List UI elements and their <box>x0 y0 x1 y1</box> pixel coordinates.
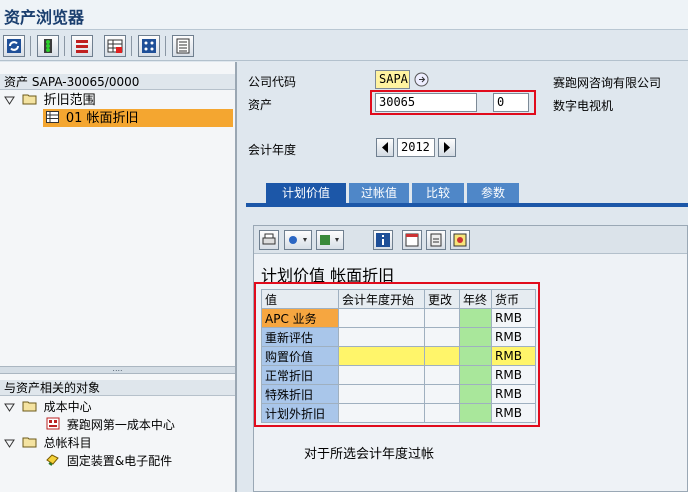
tab-posted-values[interactable]: 过帐值 <box>349 183 409 204</box>
collapse-triangle-icon[interactable] <box>4 92 15 110</box>
posting-note: 对于所选会计年度过帐 <box>304 447 435 462</box>
grid-select-icon[interactable] <box>104 35 126 57</box>
highlight-box-table <box>254 282 540 427</box>
tree-label: 成本中心 <box>43 400 92 414</box>
tree-node-gl-account[interactable]: 总帐科目 <box>4 434 92 452</box>
gl-account-icon <box>46 453 60 471</box>
next-year-button[interactable] <box>438 138 456 157</box>
folder-icon <box>22 435 37 453</box>
tree-node-depreciation-areas[interactable]: 折旧范围 <box>4 91 96 109</box>
fiscal-year-field[interactable]: 2012 <box>397 138 435 157</box>
tree-label: 总帐科目 <box>43 436 92 450</box>
navigation-pane: 资产 SAPA-30065/0000 折旧范围 01 帐面折旧 .... 与资产… <box>0 62 237 492</box>
calendar-icon[interactable] <box>402 230 422 250</box>
asset-header: 资产 SAPA-30065/0000 <box>0 74 235 90</box>
list-icon[interactable] <box>172 35 194 57</box>
panel-toolbar <box>254 226 687 254</box>
stack-icon[interactable] <box>71 35 93 57</box>
folder-icon <box>22 399 37 417</box>
company-code-field[interactable]: SAPA <box>375 70 410 89</box>
tree-label: 折旧范围 <box>43 93 96 108</box>
asset-label: 资产 <box>248 98 273 112</box>
value-help-icon[interactable] <box>414 72 429 90</box>
note-icon[interactable] <box>450 230 470 250</box>
pane-splitter[interactable]: .... <box>0 365 235 374</box>
app-toolbar <box>0 31 688 61</box>
tree-node-book-depreciation[interactable]: 01 帐面折旧 <box>43 109 233 127</box>
tree-node-cost-center-item[interactable]: 赛跑网第一成本中心 <box>46 416 175 434</box>
refresh-icon[interactable] <box>3 35 25 57</box>
collapse-triangle-icon[interactable] <box>4 435 15 453</box>
matrix-icon[interactable] <box>138 35 160 57</box>
related-objects-header: 与资产相关的对象 <box>0 380 235 396</box>
previous-year-button[interactable] <box>376 138 394 157</box>
calculator-icon[interactable] <box>426 230 446 250</box>
info-icon[interactable] <box>373 230 393 250</box>
company-name: 赛跑网咨询有限公司 <box>553 76 662 90</box>
tab-comparison[interactable]: 比较 <box>412 183 464 204</box>
tab-strip-bar <box>246 203 688 207</box>
traffic-light-icon[interactable] <box>37 35 59 57</box>
folder-icon <box>22 92 37 110</box>
export-icon[interactable] <box>316 230 344 250</box>
tree-label: 01 帐面折旧 <box>65 111 139 126</box>
print-icon[interactable] <box>259 230 279 250</box>
view-select-icon[interactable] <box>284 230 312 250</box>
cost-center-icon <box>46 417 60 435</box>
tree-label: 赛跑网第一成本中心 <box>66 418 175 432</box>
asset-description: 数字电视机 <box>553 99 614 113</box>
tree-node-gl-account-item[interactable]: 固定装置&电子配件 <box>46 452 172 470</box>
company-code-label: 公司代码 <box>248 75 297 89</box>
title-bar: 资产浏览器 <box>0 0 688 30</box>
highlight-box-asset <box>370 90 536 115</box>
tab-parameters[interactable]: 参数 <box>467 183 519 204</box>
collapse-triangle-icon[interactable] <box>4 399 15 417</box>
tab-planned-values[interactable]: 计划价值 <box>266 183 346 204</box>
window-title: 资产浏览器 <box>4 8 85 27</box>
tree-label: 固定装置&电子配件 <box>66 454 173 468</box>
fiscal-year-label: 会计年度 <box>248 143 297 157</box>
table-icon <box>46 110 59 128</box>
tree-node-cost-center[interactable]: 成本中心 <box>4 398 92 416</box>
